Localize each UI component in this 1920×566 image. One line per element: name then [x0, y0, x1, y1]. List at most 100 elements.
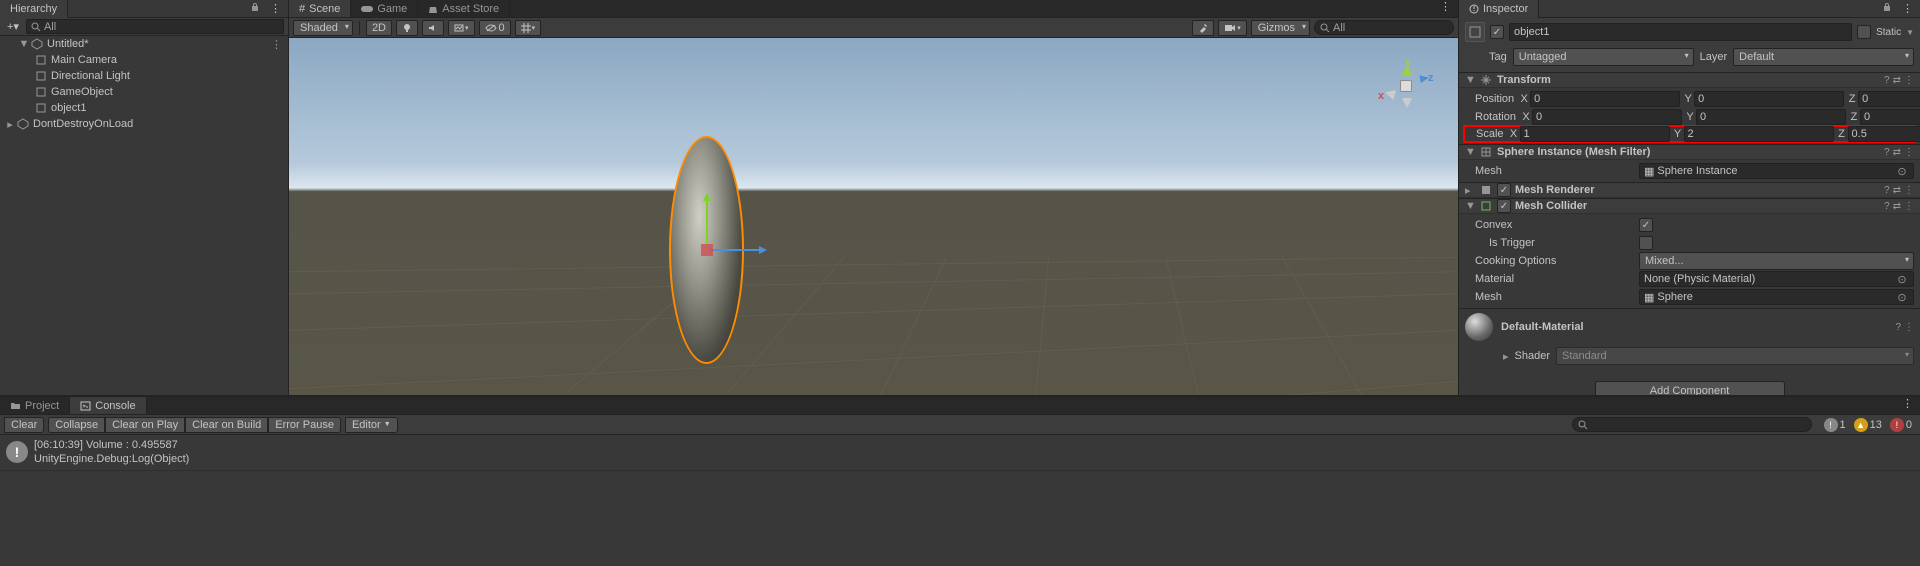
context-menu-icon[interactable]: ⋮ — [1904, 201, 1914, 212]
scene-search-input[interactable]: All — [1314, 20, 1454, 35]
editor-dropdown[interactable]: Editor▼ — [345, 417, 398, 433]
scene-viewport[interactable]: y z x — [289, 38, 1458, 395]
position-y-input[interactable] — [1694, 91, 1844, 107]
foldout-closed-icon[interactable]: ▸ — [4, 118, 16, 131]
context-menu-icon[interactable]: ⋮ — [1899, 397, 1916, 414]
mesh-renderer-enable-checkbox[interactable] — [1497, 183, 1511, 197]
tab-project[interactable]: Project — [0, 397, 70, 414]
mesh-filter-component-header[interactable]: ▼ Sphere Instance (Mesh Filter) ? ⇄ ⋮ — [1459, 144, 1920, 160]
context-menu-icon[interactable]: ⋮ — [1899, 2, 1916, 15]
preset-icon[interactable]: ⇄ — [1893, 201, 1901, 212]
foldout-open-icon[interactable]: ▼ — [1465, 74, 1475, 86]
position-x-input[interactable] — [1530, 91, 1680, 107]
context-menu-icon[interactable]: ⋮ — [1904, 185, 1914, 196]
hierarchy-tab[interactable]: Hierarchy — [0, 0, 68, 18]
foldout-open-icon[interactable]: ▼ — [1465, 200, 1475, 212]
cooking-options-dropdown[interactable]: Mixed... — [1639, 252, 1914, 270]
physic-material-field[interactable]: None (Physic Material) ⊙ — [1639, 271, 1914, 287]
lock-icon[interactable] — [247, 2, 263, 15]
grid-toggle-button[interactable]: ▾ — [515, 20, 542, 36]
object-picker-icon[interactable]: ⊙ — [1895, 291, 1909, 304]
warning-counter[interactable]: ▲ 13 — [1850, 418, 1886, 432]
gizmo-center[interactable] — [701, 244, 713, 256]
context-menu-icon[interactable]: ⋮ — [1437, 0, 1454, 17]
clear-on-play-button[interactable]: Clear on Play — [105, 417, 185, 433]
console-search-input[interactable] — [1572, 417, 1812, 432]
tree-item-dontdestroy[interactable]: ▸ DontDestroyOnLoad — [0, 116, 288, 132]
scale-z-input[interactable] — [1848, 126, 1920, 142]
scene-root-item[interactable]: ▼ Untitled* ⋮ — [0, 36, 288, 52]
context-menu-icon[interactable]: ⋮ — [271, 38, 282, 51]
tree-item-object1[interactable]: object1 — [0, 100, 288, 116]
axis-gizmo-cube[interactable] — [1400, 80, 1412, 92]
clear-on-build-button[interactable]: Clear on Build — [185, 417, 268, 433]
position-z-input[interactable] — [1858, 91, 1920, 107]
collapse-button[interactable]: Collapse — [48, 417, 105, 433]
tree-item-gameobject[interactable]: GameObject — [0, 84, 288, 100]
mesh-object-field[interactable]: ▦Sphere Instance ⊙ — [1639, 163, 1914, 179]
tree-item-main-camera[interactable]: Main Camera — [0, 52, 288, 68]
tools-button[interactable] — [1192, 20, 1214, 36]
axis-cone-neg-y[interactable] — [1402, 98, 1412, 113]
context-menu-icon[interactable]: ⋮ — [1904, 322, 1914, 333]
static-checkbox[interactable] — [1857, 25, 1871, 39]
selected-object-ellipsoid[interactable] — [669, 136, 744, 364]
orientation-gizmo[interactable]: y z x — [1370, 50, 1440, 120]
scale-y-input[interactable] — [1684, 126, 1834, 142]
foldout-closed-icon[interactable]: ▸ — [1465, 184, 1475, 197]
layer-dropdown[interactable]: Default — [1733, 48, 1914, 66]
convex-checkbox[interactable] — [1639, 218, 1653, 232]
context-menu-icon[interactable]: ⋮ — [267, 2, 284, 15]
rotation-x-input[interactable] — [1532, 109, 1682, 125]
help-icon[interactable]: ? — [1884, 75, 1890, 86]
preset-icon[interactable]: ⇄ — [1893, 185, 1901, 196]
gizmo-y-axis[interactable] — [706, 195, 708, 245]
object-picker-icon[interactable]: ⊙ — [1895, 165, 1909, 178]
hierarchy-search-input[interactable]: All — [26, 19, 284, 34]
inspector-tab[interactable]: Inspector — [1459, 0, 1539, 18]
context-menu-icon[interactable]: ⋮ — [1904, 75, 1914, 86]
foldout-closed-icon[interactable]: ▸ — [1503, 350, 1509, 363]
lighting-toggle-button[interactable] — [396, 20, 418, 36]
active-checkbox[interactable] — [1490, 25, 1504, 39]
camera-settings-button[interactable]: ▾ — [1218, 20, 1247, 36]
foldout-open-icon[interactable]: ▼ — [1465, 146, 1475, 158]
mesh-collider-component-header[interactable]: ▼ Mesh Collider ? ⇄ ⋮ — [1459, 198, 1920, 214]
material-header[interactable]: Default-Material ? ⋮ — [1459, 308, 1920, 345]
tag-dropdown[interactable]: Untagged — [1513, 48, 1694, 66]
tab-asset-store[interactable]: Asset Store — [418, 0, 510, 17]
foldout-open-icon[interactable]: ▼ — [18, 38, 30, 50]
error-pause-button[interactable]: Error Pause — [268, 417, 341, 433]
hidden-objects-button[interactable]: 0 — [479, 20, 511, 36]
create-dropdown[interactable]: +▾ — [4, 20, 22, 33]
rotation-y-input[interactable] — [1696, 109, 1846, 125]
gizmos-dropdown[interactable]: Gizmos — [1251, 20, 1310, 36]
scale-x-input[interactable] — [1520, 126, 1670, 142]
context-menu-icon[interactable]: ⋮ — [1904, 147, 1914, 158]
preset-icon[interactable]: ⇄ — [1893, 147, 1901, 158]
transform-component-header[interactable]: ▼ Transform ? ⇄ ⋮ — [1459, 72, 1920, 88]
help-icon[interactable]: ? — [1884, 185, 1890, 196]
help-icon[interactable]: ? — [1884, 201, 1890, 212]
rotation-z-input[interactable] — [1860, 109, 1920, 125]
object-picker-icon[interactable]: ⊙ — [1895, 273, 1909, 286]
mesh-renderer-component-header[interactable]: ▸ Mesh Renderer ? ⇄ ⋮ — [1459, 182, 1920, 198]
static-dropdown-icon[interactable]: ▼ — [1906, 28, 1914, 37]
is-trigger-checkbox[interactable] — [1639, 236, 1653, 250]
shader-dropdown[interactable]: Standard — [1556, 347, 1914, 365]
mesh-collider-enable-checkbox[interactable] — [1497, 199, 1511, 213]
help-icon[interactable]: ? — [1884, 147, 1890, 158]
tree-item-directional-light[interactable]: Directional Light — [0, 68, 288, 84]
console-log-area[interactable]: ! [06:10:39] Volume : 0.495587 UnityEngi… — [0, 435, 1920, 566]
tab-scene[interactable]: # Scene — [289, 0, 351, 17]
audio-toggle-button[interactable] — [422, 20, 444, 36]
info-counter[interactable]: ! 1 — [1820, 418, 1850, 432]
clear-button[interactable]: Clear — [4, 417, 44, 433]
tab-console[interactable]: Console — [70, 397, 146, 414]
gameobject-icon[interactable] — [1465, 22, 1485, 42]
error-counter[interactable]: ! 0 — [1886, 418, 1916, 432]
tab-game[interactable]: Game — [351, 0, 418, 17]
gizmo-x-axis[interactable] — [710, 249, 765, 251]
preset-icon[interactable]: ⇄ — [1893, 75, 1901, 86]
fx-toggle-button[interactable]: ▾ — [448, 20, 475, 36]
